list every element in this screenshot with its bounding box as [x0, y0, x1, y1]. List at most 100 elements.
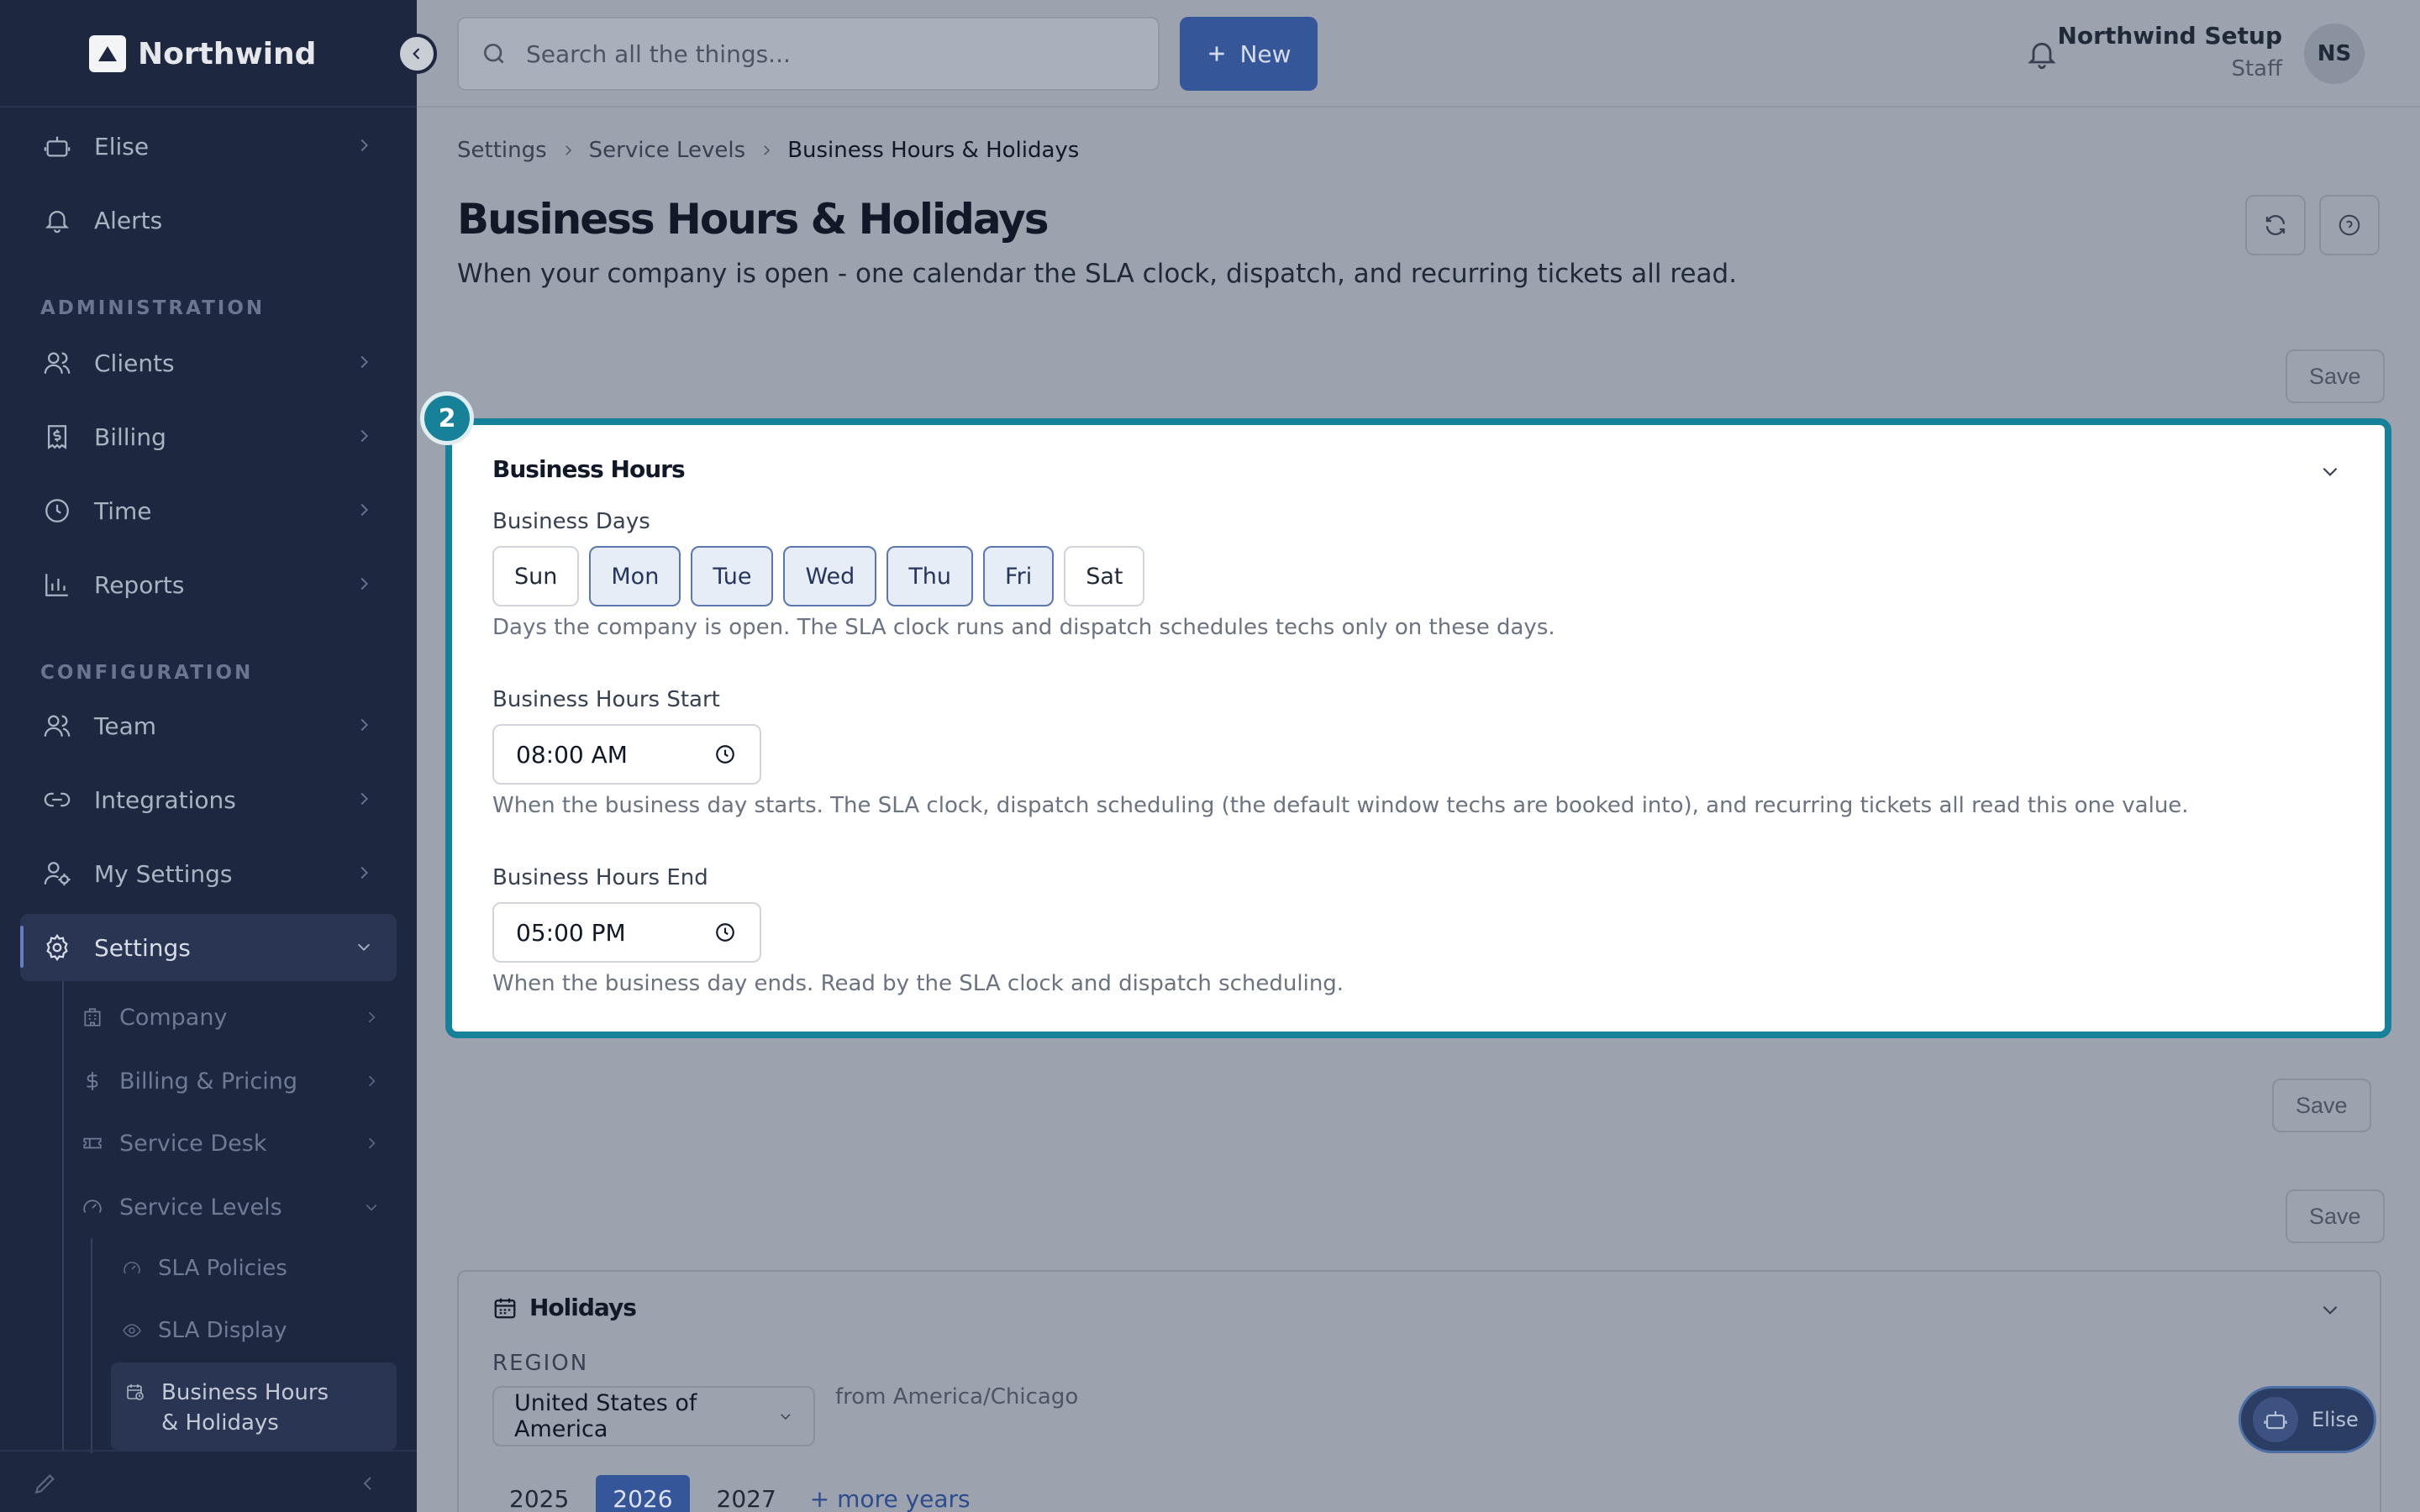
- sidebar-subitem-billing-pricing[interactable]: Billing & Pricing: [81, 1053, 397, 1109]
- end-time-input[interactable]: 05:00 PM: [492, 902, 761, 963]
- day-toggle-sat[interactable]: Sat: [1064, 546, 1145, 606]
- assistant-fab[interactable]: Elise: [2238, 1386, 2376, 1453]
- chevron-right-icon: [360, 718, 368, 732]
- clock-icon[interactable]: [714, 921, 736, 943]
- year-tab-2027[interactable]: 2027: [700, 1475, 793, 1512]
- chevron-down-icon: [357, 943, 371, 951]
- sidebar-item-label: Alerts: [94, 206, 163, 234]
- year-tabs: 2025 2026 2027 + more years: [492, 1475, 971, 1512]
- users-icon: [40, 346, 74, 380]
- more-years-link[interactable]: + more years: [810, 1485, 971, 1512]
- chevron-right-icon: [368, 1011, 376, 1023]
- help-icon: [2338, 214, 2360, 236]
- sidebar-item-label: Settings: [94, 933, 191, 962]
- year-tab-2025[interactable]: 2025: [492, 1475, 586, 1512]
- day-toggle-sun[interactable]: Sun: [492, 546, 580, 606]
- start-time-help: When the business day starts. The SLA cl…: [492, 793, 2189, 818]
- sidebar-subitem-service-desk[interactable]: Service Desk: [81, 1116, 397, 1171]
- sidebar-subitem-sla-display[interactable]: SLA Display: [121, 1305, 397, 1356]
- bell-icon[interactable]: [2025, 37, 2059, 71]
- save-button[interactable]: Save: [2272, 1079, 2371, 1132]
- region-select[interactable]: United States of America: [492, 1386, 815, 1446]
- sidebar-subitem-company[interactable]: Company: [81, 990, 397, 1045]
- sidebar-subitem-sla-policies[interactable]: SLA Policies: [121, 1243, 397, 1294]
- breadcrumb-settings[interactable]: Settings: [457, 138, 547, 163]
- refresh-button[interactable]: [2245, 195, 2306, 255]
- new-button-label: New: [1239, 39, 1292, 68]
- robot-icon: [2253, 1397, 2298, 1442]
- business-days-picker: Sun Mon Tue Wed Thu Fri Sat: [492, 546, 1145, 606]
- year-tab-2026[interactable]: 2026: [596, 1475, 690, 1512]
- sidebar-item-alerts[interactable]: Alerts: [20, 186, 397, 254]
- sidebar-subitem-label: Billing & Pricing: [119, 1068, 298, 1095]
- sidebar-item-billing[interactable]: Billing: [20, 403, 397, 470]
- search-icon: [481, 40, 508, 67]
- chevron-down-icon[interactable]: [2319, 1299, 2341, 1320]
- day-toggle-fri[interactable]: Fri: [983, 546, 1055, 606]
- start-time-input[interactable]: 08:00 AM: [492, 724, 761, 785]
- save-button[interactable]: Save: [2286, 349, 2385, 403]
- calendar-clock-icon: [124, 1381, 146, 1403]
- sidebar-item-label: Billing: [94, 423, 166, 451]
- sidebar-subitem-label: Business Hours & Holidays: [161, 1380, 329, 1436]
- save-button[interactable]: Save: [2286, 1189, 2385, 1243]
- chevron-right-icon: [368, 1137, 376, 1149]
- region-value: United States of America: [514, 1390, 697, 1442]
- sidebar-item-team[interactable]: Team: [20, 692, 397, 759]
- business-hours-title: Business Hours: [492, 455, 686, 483]
- end-time-value: 05:00 PM: [516, 918, 626, 947]
- sidebar-item-time[interactable]: Time: [20, 477, 397, 544]
- sidebar-item-label: Reports: [94, 570, 185, 599]
- sidebar-item-settings[interactable]: Settings: [20, 914, 397, 981]
- day-toggle-thu[interactable]: Thu: [886, 546, 974, 606]
- search-bar[interactable]: [457, 17, 1160, 91]
- sidebar-item-integrations[interactable]: Integrations: [20, 766, 397, 833]
- search-input[interactable]: [526, 39, 1114, 68]
- help-button[interactable]: [2319, 195, 2380, 255]
- sidebar-subitem-label: Company: [119, 1004, 228, 1031]
- day-toggle-tue[interactable]: Tue: [691, 546, 774, 606]
- brand[interactable]: Northwind: [89, 30, 316, 77]
- sidebar-divider: [0, 106, 417, 108]
- chevron-right-icon: [360, 577, 368, 591]
- timezone-note: from America/Chicago: [835, 1384, 1079, 1410]
- receipt-icon: [40, 420, 74, 454]
- chevron-left-icon[interactable]: [358, 1473, 378, 1494]
- link-icon: [40, 783, 74, 816]
- sidebar-item-reports[interactable]: Reports: [20, 551, 397, 618]
- new-button[interactable]: New: [1180, 17, 1318, 91]
- pencil-icon[interactable]: [32, 1470, 59, 1497]
- gauge-icon: [121, 1257, 143, 1279]
- chevron-right-icon: [764, 145, 771, 155]
- sidebar-item-my-settings[interactable]: My Settings: [20, 840, 397, 907]
- bar-chart-icon: [40, 568, 74, 601]
- user-info[interactable]: Northwind Setup Staff: [2057, 22, 2282, 81]
- chevron-left-icon: [413, 48, 420, 60]
- sidebar-subitem-label: SLA Display: [158, 1318, 287, 1343]
- sidebar: Northwind Elise Alerts ADMINISTRATION Cl…: [0, 0, 417, 1512]
- user-name: Northwind Setup: [2057, 22, 2282, 50]
- day-toggle-wed[interactable]: Wed: [783, 546, 877, 606]
- breadcrumb-service-levels[interactable]: Service Levels: [589, 138, 746, 163]
- chevron-right-icon: [360, 429, 368, 443]
- chevron-right-icon: [360, 866, 368, 879]
- sidebar-subitem-label: SLA Policies: [158, 1256, 287, 1281]
- chevron-right-icon: [368, 1075, 376, 1087]
- sidebar-collapse-button[interactable]: [397, 34, 437, 74]
- holidays-title: Holidays: [529, 1294, 637, 1321]
- plus-icon: [1209, 46, 1225, 61]
- ticket-icon: [81, 1131, 104, 1155]
- sidebar-item-label: Time: [94, 496, 152, 525]
- sidebar-item-elise[interactable]: Elise: [20, 113, 397, 180]
- sidebar-item-label: Elise: [94, 132, 150, 160]
- chevron-down-icon[interactable]: [2319, 460, 2341, 482]
- avatar[interactable]: NS: [2304, 24, 2365, 84]
- section-label-administration: ADMINISTRATION: [40, 297, 266, 319]
- business-days-label: Business Days: [492, 509, 650, 534]
- sidebar-subitem-business-hours-holidays[interactable]: Business Hours & Holidays: [111, 1362, 397, 1450]
- sidebar-item-clients[interactable]: Clients: [20, 329, 397, 396]
- sidebar-subitem-service-levels[interactable]: Service Levels: [81, 1179, 397, 1235]
- clock-icon[interactable]: [714, 743, 736, 765]
- dollar-icon: [81, 1069, 104, 1093]
- day-toggle-mon[interactable]: Mon: [589, 546, 681, 606]
